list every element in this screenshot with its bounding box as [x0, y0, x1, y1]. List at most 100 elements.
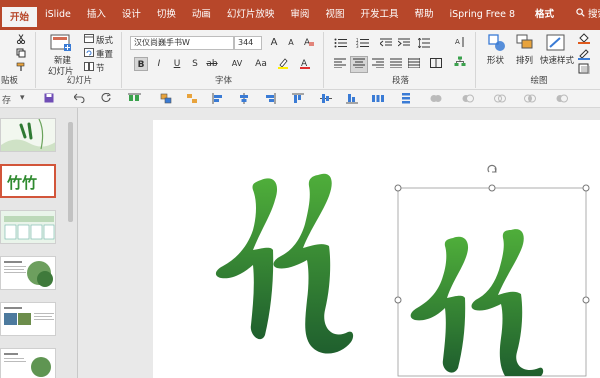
- ribbon: 贴板 新建 幻灯片 版式 重置 节 幻灯片 汉仪尚巍手书W 344 A A A …: [0, 30, 600, 90]
- bamboo-character-left[interactable]: [215, 173, 354, 354]
- section-icon[interactable]: [84, 62, 94, 74]
- align-bottom-objects-icon[interactable]: [346, 93, 358, 107]
- rotate-handle-icon[interactable]: [487, 164, 497, 173]
- font-grow-button[interactable]: A: [267, 36, 281, 50]
- italic-button[interactable]: I: [152, 57, 166, 71]
- quick-styles-button[interactable]: 快速样式: [540, 54, 574, 66]
- arrange-button[interactable]: 排列: [516, 54, 533, 66]
- group-objects-icon[interactable]: [160, 93, 172, 107]
- align-right-icon[interactable]: [372, 58, 384, 71]
- shapes-icon[interactable]: [488, 34, 506, 55]
- quick-styles-icon[interactable]: [546, 34, 566, 55]
- tab-format[interactable]: 格式: [527, 0, 562, 30]
- slide-thumbnail-1[interactable]: [0, 118, 56, 152]
- char-spacing-button[interactable]: AV: [228, 57, 246, 71]
- bold-button[interactable]: B: [134, 57, 148, 71]
- bamboo-character-right[interactable]: [410, 229, 544, 376]
- font-name-select[interactable]: 汉仪尚巍手书W: [130, 36, 234, 50]
- tab-islide[interactable]: iSlide: [37, 0, 79, 30]
- align-left-objects-icon[interactable]: [212, 93, 224, 107]
- clear-format-icon[interactable]: A: [302, 36, 316, 50]
- distributed-icon[interactable]: [407, 58, 421, 71]
- shape-outline-icon[interactable]: [578, 48, 592, 63]
- merge-fragment-icon[interactable]: [494, 93, 506, 107]
- align-middle-objects-icon[interactable]: [320, 93, 332, 107]
- qat-save-label: 存: [2, 96, 12, 106]
- numbering-icon[interactable]: 123: [356, 38, 370, 51]
- align-objects-icon[interactable]: [128, 93, 142, 106]
- tab-design[interactable]: 设计: [114, 0, 149, 30]
- decrease-indent-icon[interactable]: [379, 38, 392, 51]
- slide-thumbnail-5[interactable]: [0, 302, 56, 336]
- font-size-select[interactable]: 344: [234, 36, 262, 50]
- slide-canvas[interactable]: [153, 120, 600, 378]
- increase-indent-icon[interactable]: [397, 38, 410, 51]
- layout-button[interactable]: 版式: [96, 34, 113, 46]
- resize-handle-ne[interactable]: [582, 184, 590, 192]
- shadow-button[interactable]: ab: [204, 57, 220, 71]
- slide-thumbnail-6[interactable]: [0, 348, 56, 378]
- tab-developer[interactable]: 开发工具: [352, 0, 406, 30]
- tab-view[interactable]: 视图: [317, 0, 352, 30]
- strikethrough-button[interactable]: S: [188, 57, 202, 71]
- merge-union-icon[interactable]: [430, 93, 442, 107]
- font-group-label: 字体: [214, 76, 232, 86]
- shapes-button[interactable]: 形状: [487, 54, 504, 66]
- text-direction-icon[interactable]: A: [454, 36, 466, 51]
- underline-button[interactable]: U: [170, 57, 184, 71]
- redo-icon[interactable]: [100, 92, 111, 106]
- qat-dropdown-icon[interactable]: ▾: [20, 93, 25, 103]
- align-center-icon[interactable]: [350, 56, 368, 73]
- tab-review[interactable]: 审阅: [282, 0, 317, 30]
- align-right-objects-icon[interactable]: [264, 93, 276, 107]
- tab-search[interactable]: 搜索: [568, 0, 600, 30]
- merge-combine-icon[interactable]: [462, 93, 474, 107]
- undo-icon[interactable]: [73, 93, 85, 106]
- arrange-icon[interactable]: [516, 34, 534, 55]
- change-case-button[interactable]: Aa: [252, 57, 270, 71]
- section-button[interactable]: 节: [96, 62, 105, 74]
- align-left-icon[interactable]: [334, 58, 346, 71]
- slide-thumbnail-3[interactable]: [0, 210, 56, 244]
- save-icon[interactable]: [44, 93, 54, 106]
- reset-button[interactable]: 重置: [96, 48, 113, 60]
- align-top-objects-icon[interactable]: [292, 93, 304, 107]
- thumbnails-scroll-thumb[interactable]: [68, 122, 73, 222]
- paragraph-group-label: 段落: [391, 76, 409, 86]
- layout-icon[interactable]: [84, 34, 94, 46]
- copy-icon[interactable]: [16, 48, 26, 61]
- slide-thumbnail-4[interactable]: [0, 256, 56, 290]
- distribute-h-icon[interactable]: [372, 93, 384, 107]
- ungroup-objects-icon[interactable]: [186, 93, 198, 107]
- smartart-icon[interactable]: [454, 56, 466, 71]
- new-slide-icon[interactable]: [50, 34, 72, 55]
- resize-handle-w[interactable]: [394, 296, 402, 304]
- highlight-color-icon[interactable]: [276, 57, 290, 71]
- tab-animations[interactable]: 动画: [184, 0, 219, 30]
- shape-fill-icon[interactable]: [578, 32, 592, 47]
- resize-handle-nw[interactable]: [394, 184, 402, 192]
- tab-help[interactable]: 帮助: [406, 0, 441, 30]
- tab-insert[interactable]: 插入: [79, 0, 114, 30]
- align-center-objects-icon[interactable]: [238, 93, 250, 107]
- bullets-icon[interactable]: [334, 38, 348, 51]
- cut-icon[interactable]: [16, 34, 26, 47]
- justify-icon[interactable]: [390, 58, 402, 71]
- merge-intersect-icon[interactable]: [524, 93, 536, 107]
- thumbnails-scrollbar[interactable]: [66, 112, 75, 374]
- merge-subtract-icon[interactable]: [556, 93, 568, 107]
- columns-icon[interactable]: [430, 58, 442, 71]
- resize-handle-n[interactable]: [488, 184, 496, 192]
- slide-thumbnail-2[interactable]: 竹竹: [0, 164, 56, 198]
- tab-home[interactable]: 开始: [2, 7, 38, 29]
- svg-text:竹竹: 竹竹: [6, 174, 37, 192]
- distribute-v-icon[interactable]: [400, 93, 412, 107]
- font-shrink-button[interactable]: A: [284, 36, 298, 50]
- tab-ispring[interactable]: iSpring Free 8: [441, 0, 523, 30]
- line-spacing-icon[interactable]: [417, 37, 430, 51]
- tab-slideshow[interactable]: 幻灯片放映: [219, 0, 283, 30]
- tab-transitions[interactable]: 切换: [149, 0, 184, 30]
- reset-icon[interactable]: [84, 48, 94, 60]
- resize-handle-e[interactable]: [582, 296, 590, 304]
- font-color-icon[interactable]: A: [298, 57, 312, 71]
